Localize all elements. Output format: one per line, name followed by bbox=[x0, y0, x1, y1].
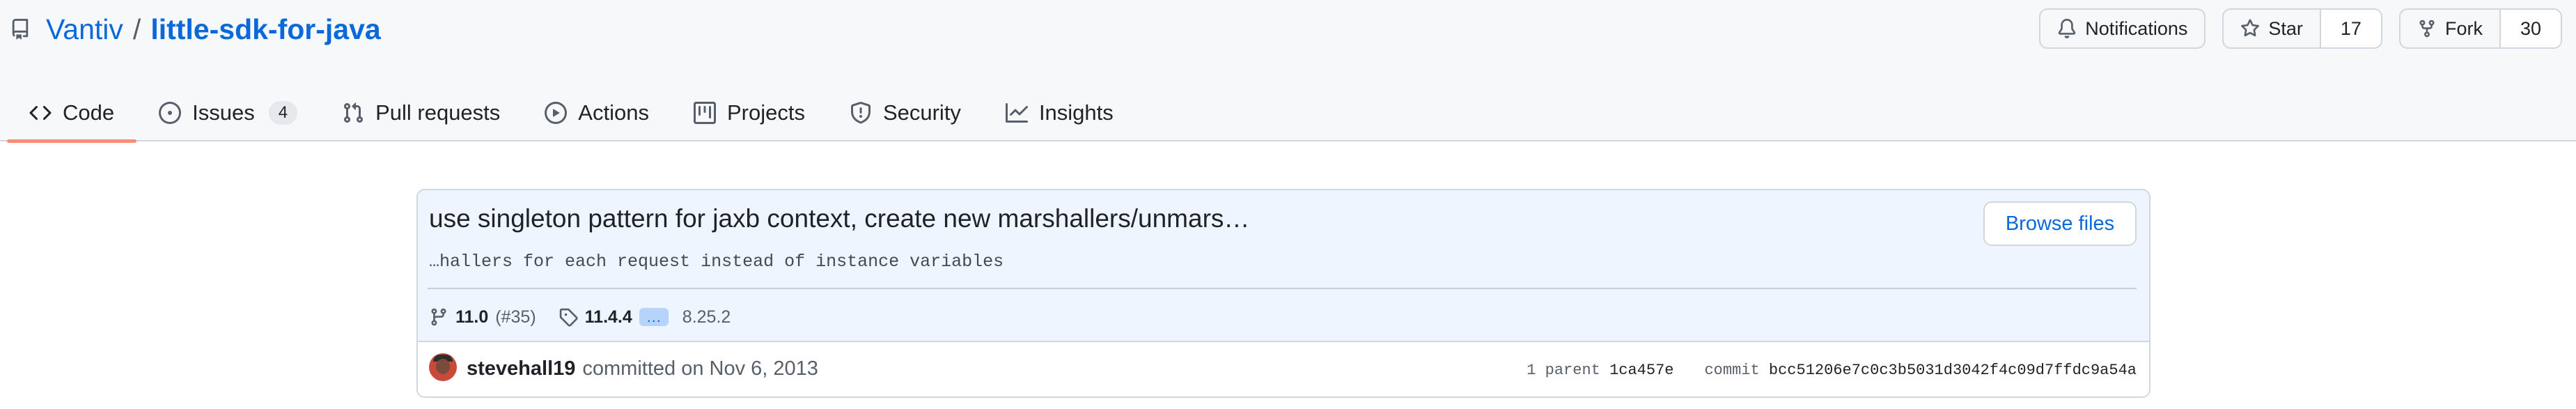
tab-projects-label: Projects bbox=[726, 100, 805, 125]
tab-security[interactable]: Security bbox=[827, 84, 983, 141]
tab-code-label: Code bbox=[63, 100, 115, 125]
issues-count-badge: 4 bbox=[268, 100, 298, 125]
tag-link[interactable]: 11.4.4 bbox=[585, 307, 632, 327]
tab-security-label: Security bbox=[882, 100, 961, 125]
repo-title: Vantiv / little-sdk-for-java bbox=[10, 10, 381, 49]
tab-insights-label: Insights bbox=[1038, 100, 1114, 125]
star-label: Star bbox=[2268, 17, 2303, 39]
browse-files-button[interactable]: Browse files bbox=[1983, 201, 2137, 246]
repo-header: Vantiv / little-sdk-for-java Notificatio… bbox=[0, 0, 2576, 143]
commit-box: use singleton pattern for jaxb context, … bbox=[416, 189, 2150, 398]
tab-actions-label: Actions bbox=[578, 100, 649, 125]
tab-actions[interactable]: Actions bbox=[522, 84, 671, 141]
commit-sha: bcc51206e7c0c3b5031d3042f4c09d7ffdc9a54a bbox=[1768, 362, 2137, 379]
repo-nav-tabs: Code Issues 4 Pull requests Actions Proj… bbox=[7, 84, 1136, 143]
fork-button[interactable]: Fork 30 bbox=[2398, 8, 2562, 49]
issue-icon bbox=[159, 101, 182, 124]
parent-info: 1 parent 1ca457e bbox=[1527, 362, 1673, 379]
commit-footer: stevehall19 committed on Nov 6, 2013 1 p… bbox=[418, 344, 2149, 396]
commit-divider bbox=[428, 288, 2137, 289]
parent-label: 1 parent bbox=[1527, 362, 1600, 379]
fork-count[interactable]: 30 bbox=[2499, 10, 2561, 47]
tab-issues[interactable]: Issues 4 bbox=[136, 84, 320, 141]
pull-request-link[interactable]: (#35) bbox=[495, 307, 536, 327]
notifications-button[interactable]: Notifications bbox=[2039, 8, 2206, 49]
tab-issues-label: Issues bbox=[192, 100, 255, 125]
table-icon bbox=[693, 101, 716, 124]
branch-icon bbox=[429, 307, 448, 327]
tab-insights[interactable]: Insights bbox=[983, 84, 1136, 141]
bell-icon bbox=[2057, 19, 2077, 38]
commit-branch-row: 11.0 (#35) 11.4.4 … 8.25.2 bbox=[429, 303, 731, 331]
tab-pull-requests[interactable]: Pull requests bbox=[320, 84, 522, 141]
shield-icon bbox=[850, 101, 872, 124]
tag-icon bbox=[559, 307, 578, 327]
code-icon bbox=[29, 102, 52, 124]
play-icon bbox=[545, 101, 568, 124]
commit-author-line: stevehall19 committed on Nov 6, 2013 bbox=[467, 357, 818, 380]
avatar[interactable] bbox=[429, 353, 457, 381]
notifications-label: Notifications bbox=[2085, 17, 2188, 39]
fork-icon bbox=[2417, 19, 2437, 38]
star-icon bbox=[2240, 19, 2260, 38]
pull-request-icon bbox=[342, 102, 364, 124]
commit-info: commit bcc51206e7c0c3b5031d3042f4c09d7ff… bbox=[1704, 362, 2137, 379]
commit-meta: 1 parent 1ca457e commit bcc51206e7c0c3b5… bbox=[1527, 362, 2137, 379]
fork-label: Fork bbox=[2444, 17, 2483, 39]
repo-separator: / bbox=[132, 13, 141, 45]
star-count[interactable]: 17 bbox=[2319, 10, 2381, 47]
parent-sha-link[interactable]: 1ca457e bbox=[1609, 362, 1673, 379]
repo-actions: Notifications Star 17 Fork 30 bbox=[2039, 8, 2562, 49]
repo-owner-link[interactable]: Vantiv bbox=[46, 13, 123, 46]
commit-description: …hallers for each request instead of ins… bbox=[429, 252, 1004, 272]
tab-projects[interactable]: Projects bbox=[671, 84, 827, 141]
tag-link-alt[interactable]: 8.25.2 bbox=[682, 307, 731, 327]
commit-label: commit bbox=[1704, 362, 1760, 379]
graph-icon bbox=[1005, 102, 1028, 124]
repo-name-link[interactable]: little-sdk-for-java bbox=[150, 13, 380, 46]
commit-header: use singleton pattern for jaxb context, … bbox=[418, 190, 2149, 342]
branch-link[interactable]: 11.0 bbox=[455, 307, 488, 327]
more-tags-button[interactable]: … bbox=[639, 308, 669, 326]
tab-pull-requests-label: Pull requests bbox=[375, 100, 501, 125]
commit-title: use singleton pattern for jaxb context, … bbox=[429, 204, 1250, 233]
tab-code[interactable]: Code bbox=[7, 84, 137, 143]
committed-date: committed on Nov 6, 2013 bbox=[582, 357, 818, 380]
author-link[interactable]: stevehall19 bbox=[467, 357, 575, 380]
repo-icon bbox=[10, 17, 31, 42]
star-button[interactable]: Star 17 bbox=[2222, 8, 2382, 49]
